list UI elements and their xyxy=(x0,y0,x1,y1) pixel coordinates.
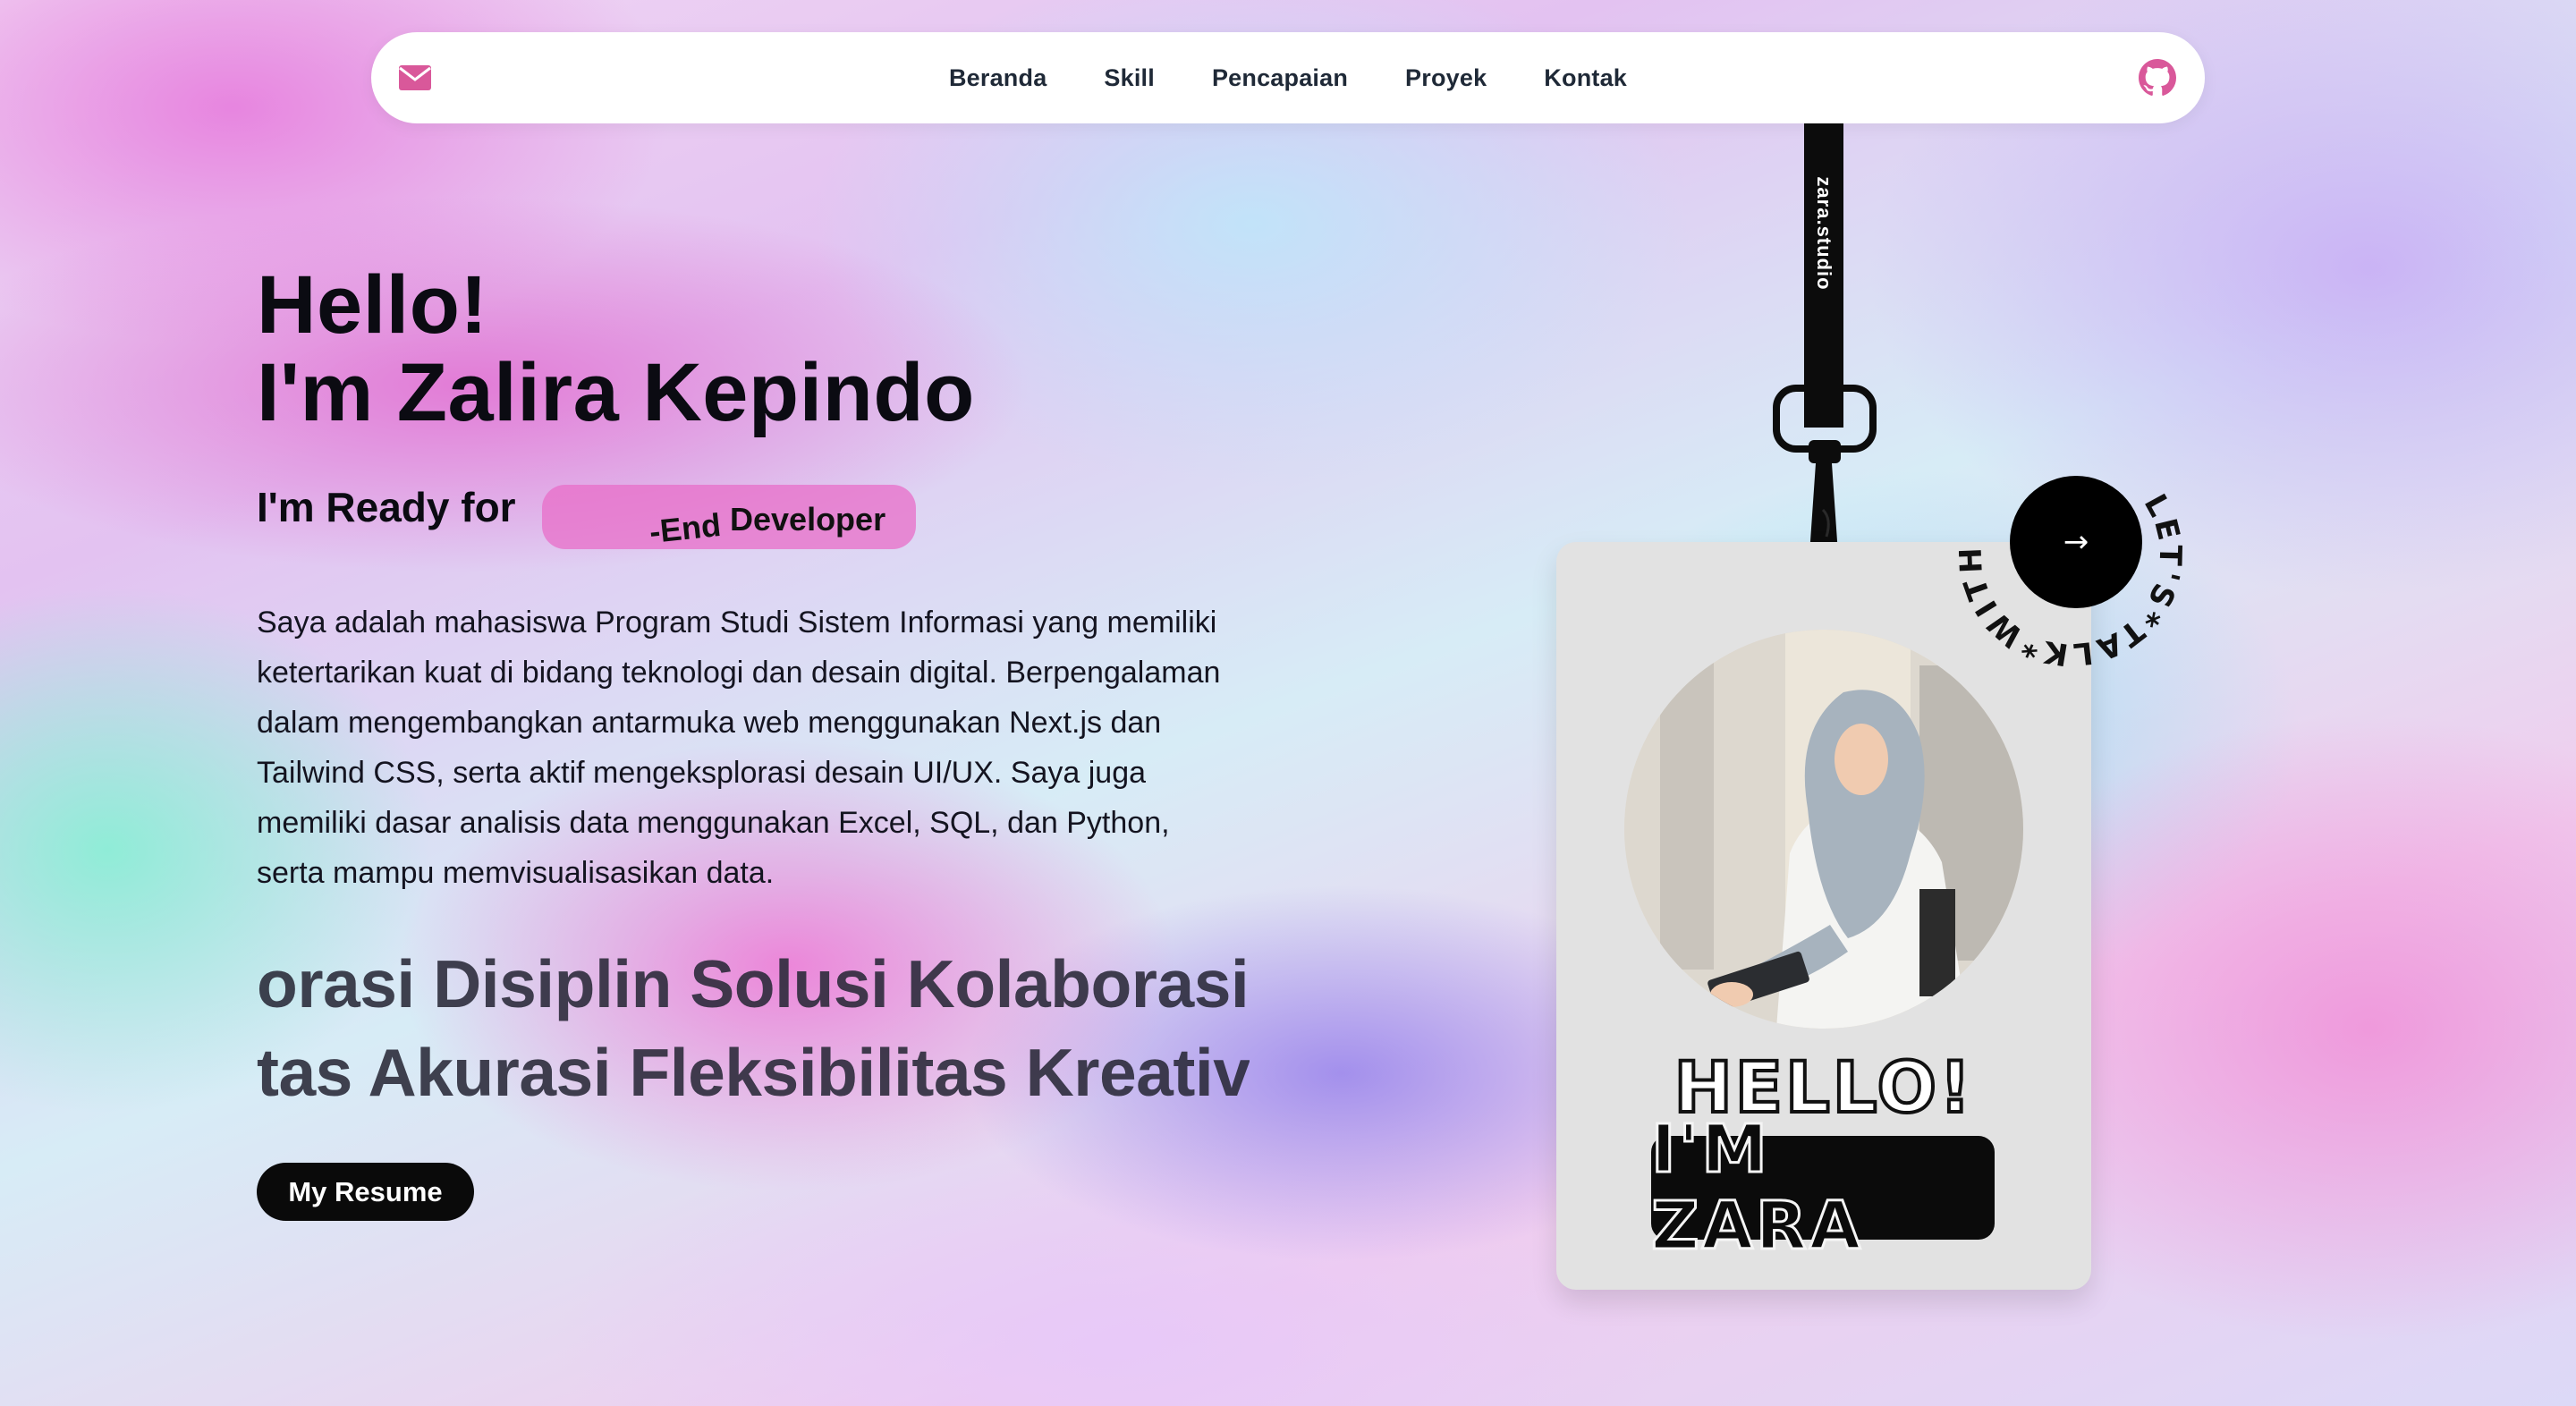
lanyard-strap[interactable]: zara.studio xyxy=(1804,123,1843,428)
hero-description: Saya adalah mahasiswa Program Studi Sist… xyxy=(257,606,1221,890)
nav-links: Beranda Skill Pencapaian Proyek Kontak xyxy=(371,32,2205,123)
card-name-box: I'M ZARA xyxy=(1650,1110,1995,1266)
card-name-text: I'M ZARA xyxy=(1650,1110,1864,1266)
hero-greeting: Hello! xyxy=(257,259,488,351)
role-typewriter-pill: -End Developer xyxy=(542,485,916,549)
profile-photo xyxy=(1624,630,2023,1029)
talk-arrow-button[interactable]: → xyxy=(2010,476,2142,608)
github-icon[interactable] xyxy=(2139,59,2176,97)
hero-title: Hello! I'm Zalira Kepindo xyxy=(257,261,975,436)
skills-marquee-2: tas Akurasi Fleksibilitas Kreativi xyxy=(257,1035,1250,1110)
nav-item-kontak[interactable]: Kontak xyxy=(1544,64,1627,92)
skills-marquee-1: orasi Disiplin Solusi Kolaborasi xyxy=(257,946,1250,1021)
hero-name: I'm Zalira Kepindo xyxy=(257,347,975,438)
nav-item-beranda[interactable]: Beranda xyxy=(949,64,1046,92)
strap-text: zara.studio xyxy=(1813,176,1835,291)
nav-item-proyek[interactable]: Proyek xyxy=(1405,64,1487,92)
nav-item-pencapaian[interactable]: Pencapaian xyxy=(1212,64,1348,92)
navbar: Beranda Skill Pencapaian Proyek Kontak xyxy=(371,32,2205,123)
ready-label: I'm Ready for xyxy=(257,484,516,530)
role-text: -End Developer xyxy=(648,501,886,549)
resume-button[interactable]: My Resume xyxy=(257,1163,474,1221)
role-word: Developer xyxy=(730,501,886,538)
nav-item-skill[interactable]: Skill xyxy=(1104,64,1155,92)
role-fragment: -End xyxy=(648,505,723,549)
